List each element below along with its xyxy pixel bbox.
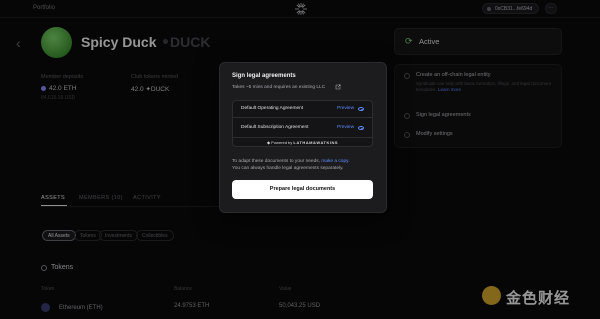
powered-by-badge: ◆ Powered by LATHAM&WATKINS (232, 137, 373, 147)
external-link-icon[interactable] (335, 84, 341, 90)
note-suffix: . (348, 159, 350, 164)
doc-operating-agreement: Default Operating Agreement (241, 106, 304, 111)
preview-subscription-agreement[interactable]: Preview (337, 125, 354, 130)
powered-by-label: Powered by (271, 140, 293, 145)
latham-watkins-logo: LATHAM&WATKINS (293, 140, 339, 145)
note-line2: You can always handle legal agreements s… (232, 166, 344, 171)
eye-icon[interactable] (358, 126, 364, 130)
shield-icon: ◆ (266, 140, 271, 145)
modal-title: Sign legal agreements (232, 73, 296, 79)
prepare-legal-documents-button[interactable]: Prepare legal documents (232, 180, 373, 199)
doc-subscription-agreement: Default Subscription Agreement (241, 125, 309, 130)
preview-operating-agreement[interactable]: Preview (337, 106, 354, 111)
modal-subtitle: Takes ~5 mins and requires an existing L… (232, 85, 326, 90)
eye-icon[interactable] (358, 107, 364, 111)
modal-note: To adapt these documents to your needs, … (232, 158, 377, 172)
note-prefix: To adapt these documents to your needs, (232, 159, 322, 164)
make-copy-link[interactable]: make a copy (321, 159, 348, 164)
documents-divider (232, 117, 373, 118)
